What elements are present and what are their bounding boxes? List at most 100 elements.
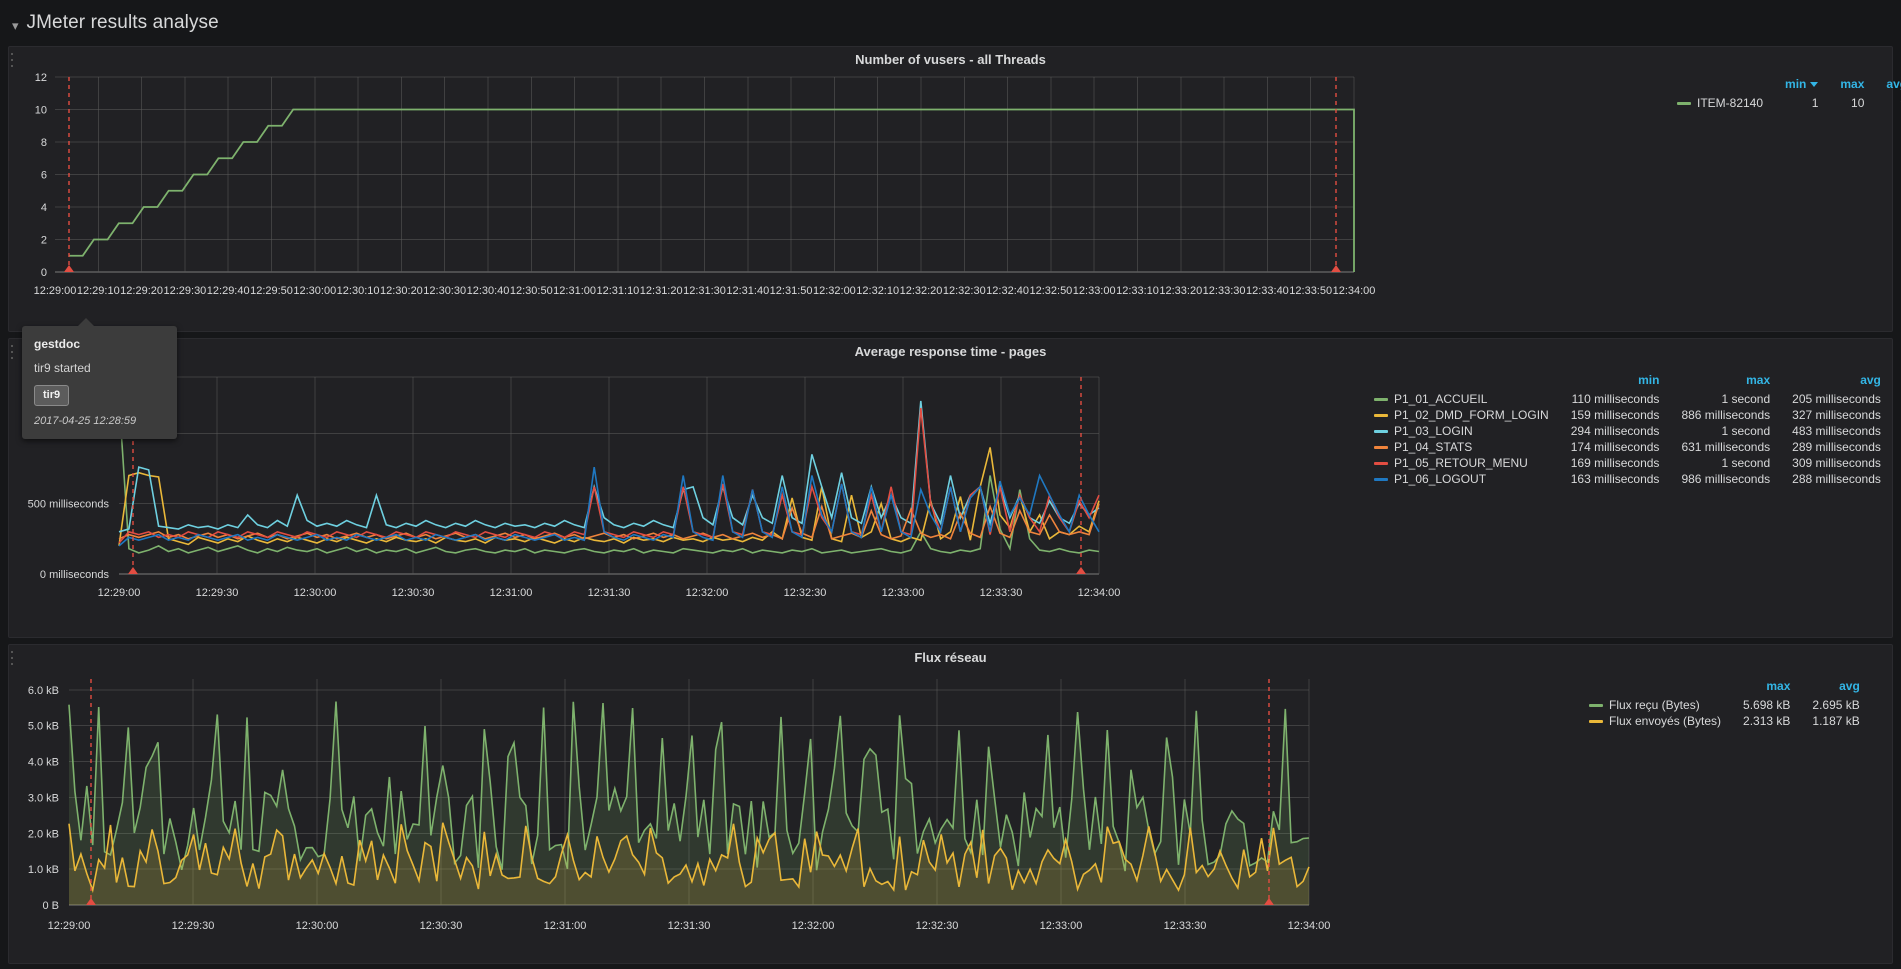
legend-col-max[interactable]: max: [1659, 373, 1770, 391]
legend-row[interactable]: P1_03_LOGIN 294 milliseconds 1 second 483 m…: [1366, 423, 1881, 439]
legend-series-name[interactable]: P1_02_DMD_FORM_LOGIN: [1388, 407, 1549, 423]
axis-tick-label: 12:29:40: [207, 285, 250, 297]
annotation-text: tir9 started: [34, 361, 91, 375]
annotation-title: gestdoc: [34, 337, 81, 351]
panel-average-response-time[interactable]: Average response time - pages 0 millisec…: [8, 338, 1893, 638]
axis-tick-label: 6.0 kB: [28, 685, 59, 697]
row-title: JMeter results analyse: [26, 12, 219, 33]
axis-tick-label: 2.0 kB: [28, 828, 59, 840]
panel-title: Number of vusers - all Threads: [855, 52, 1046, 67]
legend-col-max[interactable]: max: [1721, 679, 1790, 697]
legend-color-swatch[interactable]: [1366, 471, 1388, 487]
annotation-tag[interactable]: tir9: [34, 385, 70, 406]
axis-tick-label: 12:31:00: [553, 285, 596, 297]
legend-value-max: 1 second: [1721, 424, 1771, 438]
legend-col-series: [1388, 373, 1549, 391]
panel-title: Flux réseau: [914, 650, 987, 665]
axis-tick-label: 12:32:00: [792, 920, 835, 932]
legend-header-row: min max avg: [1366, 373, 1881, 391]
axis-tick-label: 12:33:00: [882, 587, 925, 599]
panel-flux-reseau[interactable]: Flux réseau 0 B 1.0 kB 2.0 kB 3.0 kB 4.0 kB 5…: [8, 644, 1893, 964]
legend-series-name[interactable]: P1_01_ACCUEIL: [1388, 391, 1549, 407]
legend-response-time: min max avg P1_01_ACCUEIL 110 millisecond…: [1354, 359, 1892, 629]
axis-tick-label: 12:31:40: [726, 285, 769, 297]
sort-desc-icon: [1810, 82, 1819, 87]
legend-col-series: [1691, 77, 1763, 95]
axis-tick-label: 12:29:30: [163, 285, 206, 297]
axis-tick-label: 500 milliseconds: [28, 499, 110, 511]
legend-series-name[interactable]: Flux envoyés (Bytes): [1603, 713, 1721, 729]
axis-tick-label: 2: [41, 235, 47, 247]
graph-flux-reseau[interactable]: 0 B 1.0 kB 2.0 kB 3.0 kB 4.0 kB 5.0 kB 6.0 kB 1…: [9, 665, 1569, 957]
legend-color-swatch[interactable]: [1366, 455, 1388, 471]
axis-tick-label: 12:34:00: [1288, 920, 1331, 932]
annotation-marker[interactable]: [64, 265, 74, 272]
legend-col-avg[interactable]: avg: [1770, 373, 1881, 391]
legend-col-max[interactable]: max: [1818, 77, 1864, 95]
axis-tick-label: 12:32:30: [784, 587, 827, 599]
legend-color-swatch[interactable]: [1366, 391, 1388, 407]
axis-tick-label: 1.0 kB: [28, 864, 59, 876]
legend-value-max: 2.313 kB: [1743, 714, 1791, 728]
legend-row[interactable]: P1_05_RETOUR_MENU 169 milliseconds 1 secon…: [1366, 455, 1881, 471]
legend-row[interactable]: ITEM-82140 1 10 9: [1669, 95, 1901, 111]
annotation-marker[interactable]: [128, 567, 138, 574]
legend-col-min[interactable]: min: [1763, 77, 1819, 95]
axis-tick-label: 12:31:50: [770, 285, 813, 297]
legend-color-swatch[interactable]: [1366, 407, 1388, 423]
axis-tick-label: 12:30:00: [293, 285, 336, 297]
axis-tick-label: 12:31:10: [596, 285, 639, 297]
legend-series-name[interactable]: ITEM-82140: [1691, 95, 1763, 111]
legend-series-name[interactable]: Flux reçu (Bytes): [1603, 697, 1721, 713]
axis-tick-label: 12:32:00: [813, 285, 856, 297]
legend-col-min[interactable]: min: [1549, 373, 1659, 391]
legend-value-avg: 2.695 kB: [1812, 698, 1860, 712]
legend-row[interactable]: P1_06_LOGOUT 163 milliseconds 986 millisec…: [1366, 471, 1881, 487]
axis-tick-label: 4: [41, 202, 47, 214]
legend-header-row: min max avg: [1669, 77, 1901, 95]
row-header[interactable]: ▾ JMeter results analyse: [0, 0, 1901, 46]
legend-color-swatch[interactable]: [1581, 697, 1603, 713]
legend-value-avg: 483 milliseconds: [1792, 424, 1881, 438]
axis-tick-label: 12:32:00: [686, 587, 729, 599]
axis-tick-label: 12:32:10: [856, 285, 899, 297]
legend-row[interactable]: P1_01_ACCUEIL 110 milliseconds 1 second 205…: [1366, 391, 1881, 407]
annotation-marker[interactable]: [1331, 265, 1341, 272]
legend-color-swatch[interactable]: [1669, 95, 1691, 111]
legend-row[interactable]: Flux envoyés (Bytes) 2.313 kB 1.187 kB: [1581, 713, 1860, 729]
graph-response-time[interactable]: 0 milliseconds500 milliseconds1 second1 …: [9, 359, 1354, 629]
graph-vusers[interactable]: 0 2 4 6 8 10 12 12:29:00 12:29:10 12:29:20 12:29:3…: [9, 67, 1669, 322]
legend-series-name[interactable]: P1_05_RETOUR_MENU: [1388, 455, 1549, 471]
legend-row[interactable]: P1_04_STATS 174 milliseconds 631 milliseco…: [1366, 439, 1881, 455]
chevron-down-icon[interactable]: ▾: [12, 19, 19, 32]
axis-tick-label: 12:31:00: [544, 920, 587, 932]
legend-color-swatch[interactable]: [1366, 439, 1388, 455]
axis-tick-label: 12:33:10: [1116, 285, 1159, 297]
panel-number-of-vusers[interactable]: Number of vusers - all Threads 0 2 4 6 8 10 12…: [8, 46, 1901, 332]
legend-value-max: 1 second: [1721, 392, 1771, 406]
axis-tick-label: 12:29:20: [120, 285, 163, 297]
axis-tick-label: 0 B: [42, 900, 59, 912]
legend-series-name[interactable]: P1_06_LOGOUT: [1388, 471, 1549, 487]
axis-tick-label: 12:30:10: [337, 285, 380, 297]
legend-series-name[interactable]: P1_03_LOGIN: [1388, 423, 1549, 439]
legend-series-name[interactable]: P1_04_STATS: [1388, 439, 1549, 455]
legend-value-min: 294 milliseconds: [1570, 424, 1660, 438]
annotation-marker[interactable]: [1076, 567, 1086, 574]
panel-title: Average response time - pages: [854, 344, 1047, 359]
legend-row[interactable]: Flux reçu (Bytes) 5.698 kB 2.695 kB: [1581, 697, 1860, 713]
legend-color-swatch[interactable]: [1581, 713, 1603, 729]
axis-tick-label: 12:30:50: [510, 285, 553, 297]
legend-value-avg: 309 milliseconds: [1792, 456, 1881, 470]
legend-col-avg[interactable]: avg: [1864, 77, 1901, 95]
axis-tick-label: 12:31:30: [588, 587, 631, 599]
axis-tick-label: 12:31:30: [668, 920, 711, 932]
legend-row[interactable]: P1_02_DMD_FORM_LOGIN 159 milliseconds 886 …: [1366, 407, 1881, 423]
axis-tick-label: 12:31:20: [640, 285, 683, 297]
legend-flux-reseau: max avg Flux reçu (Bytes) 5.698 kB 2.695 k…: [1569, 665, 1892, 957]
axis-tick-label: 12:32:30: [943, 285, 986, 297]
legend-col-avg[interactable]: avg: [1790, 679, 1860, 697]
legend-value-max: 5.698 kB: [1743, 698, 1791, 712]
axis-tick-label: 10: [35, 105, 47, 117]
legend-color-swatch[interactable]: [1366, 423, 1388, 439]
